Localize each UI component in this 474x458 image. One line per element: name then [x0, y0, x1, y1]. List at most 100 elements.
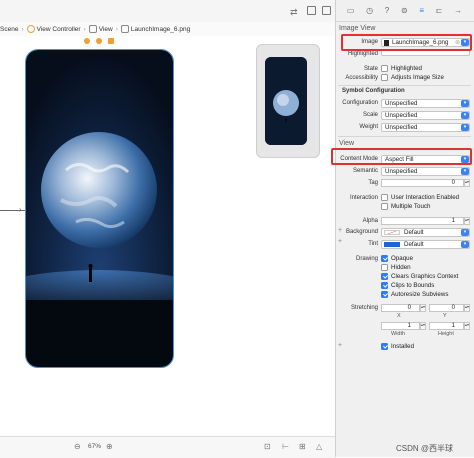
alpha-label: Alpha — [362, 218, 378, 224]
first-responder-dock-icon[interactable] — [96, 38, 102, 44]
multiple-touch-checkbox[interactable] — [381, 203, 388, 210]
drawing-label: Drawing — [355, 256, 378, 262]
stretch-height-stepper[interactable]: ▴▾ — [464, 322, 470, 330]
clears-graphics-context-checkbox[interactable] — [381, 273, 388, 280]
arrow-head-icon: › — [19, 205, 22, 214]
hidden-checkbox[interactable] — [381, 264, 388, 271]
breadcrumb-view-controller[interactable]: View Controller — [26, 25, 81, 33]
configuration-popup[interactable]: Unspecified ▾ — [381, 99, 470, 108]
chevron-down-icon: ▾ — [461, 241, 469, 248]
stretch-x-stepper[interactable]: ▴▾ — [420, 304, 426, 312]
alpha-stepper[interactable]: ▴▾ — [464, 217, 470, 225]
adjusts-image-size-checkbox[interactable] — [381, 74, 388, 81]
breadcrumb-image-label: LaunchImage_6.png — [130, 25, 191, 33]
hidden-label: Hidden — [391, 264, 411, 271]
weight-label: Weight — [359, 124, 378, 130]
section-symbol-configuration: Symbol Configuration — [342, 88, 405, 94]
user-interaction-checkbox[interactable] — [381, 194, 388, 201]
clears-graphics-context-label: Clears Graphics Context — [391, 273, 459, 280]
scale-value: Unspecified — [385, 112, 418, 119]
chevron-down-icon: ▾ — [461, 100, 469, 107]
stretch-width-field[interactable]: 1 — [381, 322, 420, 330]
tag-field[interactable]: 0 — [381, 179, 464, 187]
semantic-popup[interactable]: Unspecified ▾ — [381, 167, 470, 176]
stretch-height-field[interactable]: 1 — [429, 322, 464, 330]
installed-checkbox[interactable] — [381, 343, 388, 350]
breadcrumb-scene[interactable]: Scene — [0, 26, 18, 33]
interaction-label: Interaction — [349, 195, 378, 201]
opaque-checkbox[interactable] — [381, 255, 388, 262]
stretch-x-field[interactable]: 0 — [381, 304, 420, 312]
chevron-right-icon: › — [21, 25, 24, 33]
weight-popup[interactable]: Unspecified ▾ — [381, 123, 470, 132]
pin-icon[interactable]: ⊞ — [299, 442, 306, 451]
split-editor-icon[interactable] — [322, 6, 331, 15]
section-view: View — [339, 140, 355, 147]
launch-image-view[interactable] — [26, 50, 173, 367]
size-inspector-icon[interactable]: ⊏ — [436, 6, 443, 15]
background-label: Background — [345, 229, 378, 235]
section-image-view: Image View — [339, 25, 376, 32]
inspector-tabs: ▭ ◷ ? ⊜ ≡ ⊏ → — [335, 0, 474, 22]
adjusts-image-size-label: Adjusts Image Size — [391, 74, 444, 81]
quick-help-icon[interactable]: ? — [385, 6, 389, 15]
view-icon — [88, 25, 97, 33]
related-items-icon[interactable]: ⇄ — [290, 7, 298, 18]
resolve-issues-icon[interactable]: △ — [316, 442, 322, 451]
exit-dock-icon[interactable] — [108, 38, 114, 44]
align-icon[interactable]: ⊢ — [282, 442, 289, 451]
add-variation-icon[interactable]: + — [338, 238, 342, 245]
scale-popup[interactable]: Unspecified ▾ — [381, 111, 470, 120]
stretch-x-label: X — [397, 313, 401, 319]
entry-point-arrow — [0, 210, 26, 211]
add-variation-icon[interactable]: + — [338, 342, 342, 349]
no-color-swatch — [384, 230, 400, 235]
embed-icon[interactable]: ⊡ — [264, 442, 271, 451]
identity-inspector-icon[interactable]: ⊜ — [401, 6, 408, 15]
tag-label: Tag — [368, 180, 378, 186]
stretch-y-stepper[interactable]: ▴▾ — [464, 304, 470, 312]
breadcrumb: Scene › View Controller › View › LaunchI… — [0, 22, 335, 37]
tint-value: Default — [404, 241, 424, 248]
highlighted-checkbox[interactable] — [381, 65, 388, 72]
autoresize-subviews-checkbox[interactable] — [381, 291, 388, 298]
breadcrumb-scene-label: Scene — [0, 25, 19, 33]
weight-value: Unspecified — [385, 124, 418, 131]
connections-inspector-icon[interactable]: → — [454, 6, 462, 15]
alpha-field[interactable]: 1 — [381, 217, 464, 225]
stretching-label: Stretching — [350, 305, 378, 311]
height-label: Height — [438, 331, 454, 337]
highlighted-label: Highlighted — [347, 51, 378, 57]
autoresize-subviews-label: Autoresize Subviews — [391, 291, 449, 298]
breadcrumb-image[interactable]: LaunchImage_6.png — [120, 25, 191, 33]
attributes-inspector-icon[interactable]: ≡ — [419, 6, 424, 15]
tint-label: Tint — [368, 241, 378, 247]
semantic-value: Unspecified — [385, 168, 418, 175]
state-label: State — [363, 66, 378, 72]
breadcrumb-view-label: View — [98, 25, 113, 33]
file-inspector-icon[interactable]: ▭ — [347, 6, 355, 15]
zoom-level: 67% — [88, 443, 102, 450]
background-popup[interactable]: Default ▾ — [381, 228, 470, 237]
clips-to-bounds-checkbox[interactable] — [381, 282, 388, 289]
stretch-width-stepper[interactable]: ▴▾ — [420, 322, 426, 330]
stretch-y-field[interactable]: 0 — [429, 304, 464, 312]
installed-label: Installed — [391, 343, 415, 350]
user-interaction-label: User Interaction Enabled — [391, 194, 460, 201]
tag-stepper[interactable]: ▴▾ — [464, 179, 470, 187]
view-controller-dock-icon[interactable] — [84, 38, 90, 44]
zoom-in-icon[interactable]: ⊕ — [106, 442, 113, 451]
breadcrumb-view[interactable]: View — [88, 25, 113, 33]
scene-dock-icons — [84, 38, 120, 46]
tint-popup[interactable]: Default ▾ — [381, 240, 470, 249]
divider — [338, 136, 471, 137]
divider — [338, 85, 471, 86]
history-icon[interactable]: ◷ — [366, 6, 373, 15]
watermark: CSDN @西半球 — [396, 444, 454, 453]
add-editor-icon[interactable] — [307, 6, 316, 15]
thumbnail-image — [265, 57, 307, 145]
multiple-touch-label: Multiple Touch — [391, 203, 431, 210]
add-variation-icon[interactable]: + — [338, 227, 342, 234]
zoom-out-icon[interactable]: ⊖ — [74, 442, 81, 451]
image-file-icon — [120, 25, 129, 33]
